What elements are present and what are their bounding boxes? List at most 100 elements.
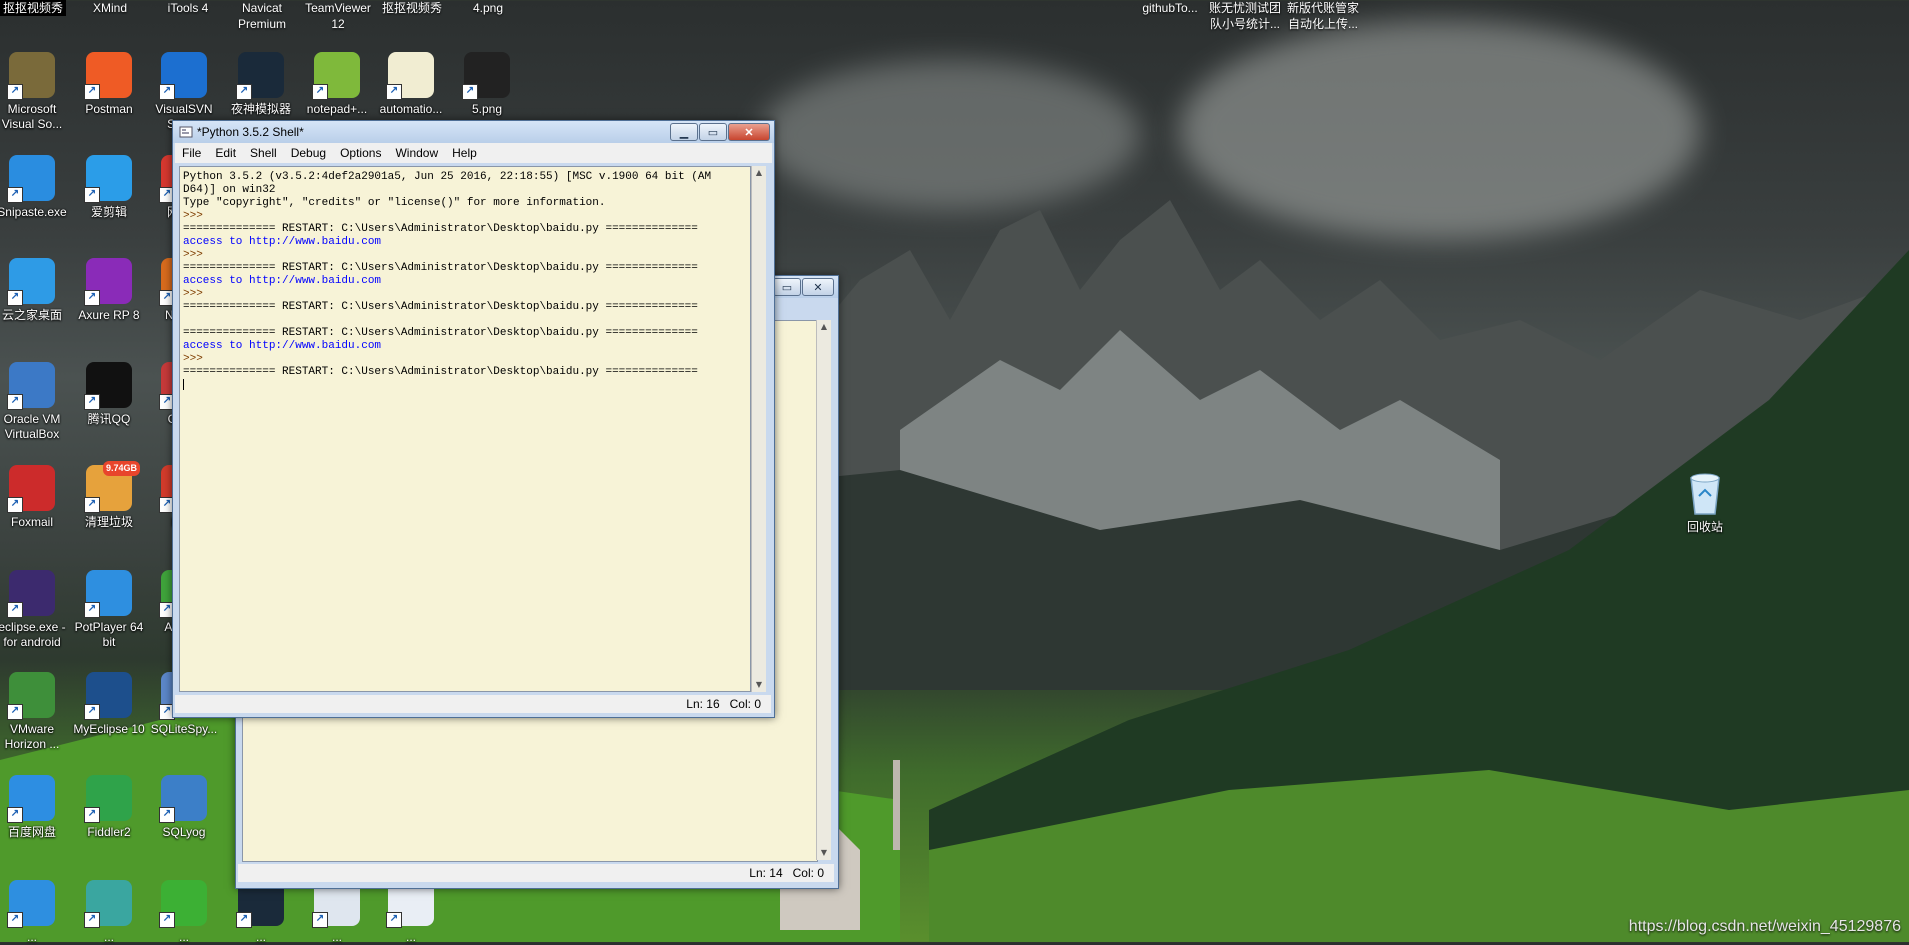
desktop-icon[interactable]: ↗... <box>145 880 223 945</box>
desktop-icon-label: automatio... <box>379 102 443 116</box>
baidu-pan-icon: ↗ <box>7 775 55 823</box>
potplayer-icon: ↗ <box>84 570 132 618</box>
menu-item-shell[interactable]: Shell <box>243 146 284 160</box>
desktop-label-top[interactable]: 新版代账管家自动化上传... <box>1283 0 1363 32</box>
desktop-icon[interactable]: ↗ Fiddler2 <box>70 775 148 840</box>
shortcut-arrow-icon: ↗ <box>7 912 23 928</box>
shortcut-arrow-icon: ↗ <box>84 187 100 203</box>
scroll-down-icon[interactable]: ▼ <box>817 846 831 860</box>
shell-line: access to http://www.baidu.com <box>183 236 382 248</box>
menu-item-file[interactable]: File <box>175 146 208 160</box>
shortcut-arrow-icon: ↗ <box>159 84 175 100</box>
desktop-label-top[interactable]: 抠抠视频秀 <box>372 0 452 16</box>
desktop-icon-label: 腾讯QQ <box>87 412 131 426</box>
recycle-bin-label: 回收站 <box>1686 520 1723 534</box>
desktop-label-top[interactable]: XMind <box>70 0 150 16</box>
desktop-icon-label: PotPlayer 64 bit <box>74 620 144 649</box>
desktop-icon[interactable]: ↗ 9.74GB 清理垃圾 <box>70 461 148 530</box>
desktop-icon[interactable]: ↗ SQLyog <box>145 775 223 840</box>
scroll-up-icon[interactable]: ▲ <box>752 166 766 180</box>
close-button[interactable]: ✕ <box>802 278 834 296</box>
editor-scrollbar[interactable]: ▲ ▼ <box>816 320 831 860</box>
shortcut-arrow-icon: ↗ <box>7 84 23 100</box>
virtualbox-icon: ↗ <box>7 362 55 410</box>
shell-titlebar[interactable]: *Python 3.5.2 Shell* ▁ ▭ ✕ <box>173 121 774 143</box>
maximize-button[interactable]: ▭ <box>699 123 727 141</box>
desktop-label-top[interactable]: Navicat Premium <box>222 0 302 32</box>
qq-icon: ↗ <box>84 362 132 410</box>
desktop-icon-label: Fiddler2 <box>87 825 131 839</box>
menu-item-debug[interactable]: Debug <box>284 146 333 160</box>
maximize-button[interactable]: ▭ <box>773 278 801 296</box>
menu-item-window[interactable]: Window <box>388 146 445 160</box>
desktop-label-top[interactable]: 账无忧测试团队小号统计... <box>1205 0 1285 32</box>
line-number: Ln: 16 <box>686 697 720 711</box>
desktop-icon[interactable]: ↗ notepad+... <box>298 52 376 117</box>
shell-line: ============== RESTART: C:\Users\Adminis… <box>183 262 698 274</box>
desktop-icon[interactable]: ↗ Oracle VM VirtualBox <box>0 362 71 442</box>
shell-scrollbar[interactable]: ▲ ▼ <box>751 166 766 692</box>
shortcut-arrow-icon: ↗ <box>236 84 252 100</box>
desktop-icon[interactable]: ↗... <box>372 880 450 945</box>
recycle-bin[interactable]: 回收站 <box>1666 470 1744 535</box>
desktop-icon[interactable]: ↗ 夜神模拟器 <box>222 52 300 117</box>
shell-line: >>> <box>183 353 210 365</box>
desktop-icon-label: Axure RP 8 <box>78 308 140 322</box>
desktop-icon[interactable]: ↗ Microsoft Visual So... <box>0 52 71 132</box>
desktop-label-top[interactable]: githubTo... <box>1130 0 1210 16</box>
desktop-label-top[interactable]: 4.png <box>448 0 528 16</box>
desktop-icon[interactable]: ↗ Postman <box>70 52 148 117</box>
desktop-icon[interactable]: ↗ Snipaste.exe <box>0 155 71 220</box>
desktop-icon[interactable]: ↗ Foxmail <box>0 465 71 530</box>
desktop-icon[interactable]: ↗... <box>70 880 148 945</box>
desktop-icon[interactable]: ↗ MyEclipse 10 <box>70 672 148 737</box>
desktop-icon[interactable]: ↗... <box>222 880 300 945</box>
book-icon: ↗ <box>84 880 132 928</box>
shell-line: >>> <box>183 249 210 261</box>
menu-item-options[interactable]: Options <box>333 146 388 160</box>
shortcut-arrow-icon: ↗ <box>84 807 100 823</box>
python-shell-window[interactable]: *Python 3.5.2 Shell* ▁ ▭ ✕ File Edit Shell… <box>172 120 775 718</box>
shortcut-arrow-icon: ↗ <box>84 912 100 928</box>
desktop-label-top[interactable]: TeamViewer 12 <box>298 0 378 32</box>
menu-item-help[interactable]: Help <box>445 146 484 160</box>
visual-studio-icon: ↗ <box>7 52 55 100</box>
desktop-icon[interactable]: ↗ eclipse.exe - for android <box>0 570 71 650</box>
desktop-icon[interactable]: ↗... <box>0 880 71 945</box>
desktop-icon-label: 云之家桌面 <box>1 308 62 322</box>
shortcut-arrow-icon: ↗ <box>7 290 23 306</box>
desktop-icon[interactable]: ↗... <box>298 880 376 945</box>
desktop-icon-label: 夜神模拟器 <box>230 102 291 116</box>
desktop-icon[interactable]: ↗ 百度网盘 <box>0 775 71 840</box>
scroll-up-icon[interactable]: ▲ <box>817 320 831 334</box>
shell-text-area[interactable]: Python 3.5.2 (v3.5.2:4def2a2901a5, Jun 2… <box>179 166 751 692</box>
minimize-button[interactable]: ▁ <box>670 123 698 141</box>
desktop-icon[interactable]: ↗ VMware Horizon ... <box>0 672 71 752</box>
scroll-down-icon[interactable]: ▼ <box>752 678 766 692</box>
shortcut-arrow-icon: ↗ <box>84 497 100 513</box>
sqlyog-icon: ↗ <box>159 775 207 823</box>
desktop-icon-label: ... <box>178 930 189 944</box>
shortcut-arrow-icon: ↗ <box>84 394 100 410</box>
shell-line: ============== RESTART: C:\Users\Adminis… <box>183 366 698 378</box>
desktop-icon-label: Postman <box>85 102 133 116</box>
desktop-label-top[interactable]: 抠抠视频秀 <box>0 0 67 16</box>
desktop-icon[interactable]: ↗ Axure RP 8 <box>70 258 148 323</box>
shortcut-arrow-icon: ↗ <box>7 602 23 618</box>
menu-bar: File Edit Shell Debug Options Window Help <box>175 143 772 163</box>
text-cursor <box>183 379 750 391</box>
desktop-icon[interactable]: ↗ 腾讯QQ <box>70 362 148 427</box>
shell-line: ============== RESTART: C:\Users\Adminis… <box>183 327 698 339</box>
desktop-icon[interactable]: ↗ 爱剪辑 <box>70 155 148 220</box>
visualsvn-icon: ↗ <box>159 52 207 100</box>
desktop-icon[interactable]: ↗ automatio... <box>372 52 450 117</box>
image-icon: ↗ <box>462 52 510 100</box>
desktop-icon[interactable]: ↗ PotPlayer 64 bit <box>70 570 148 650</box>
shell-line: Type "copyright", "credits" or "license(… <box>183 197 606 209</box>
menu-item-edit[interactable]: Edit <box>208 146 243 160</box>
desktop-icon[interactable]: ↗ 5.png <box>448 52 526 117</box>
shortcut-arrow-icon: ↗ <box>386 84 402 100</box>
desktop-label-top[interactable]: iTools 4 <box>148 0 228 16</box>
desktop-icon[interactable]: ↗ 云之家桌面 <box>0 258 71 323</box>
close-button[interactable]: ✕ <box>728 123 770 141</box>
